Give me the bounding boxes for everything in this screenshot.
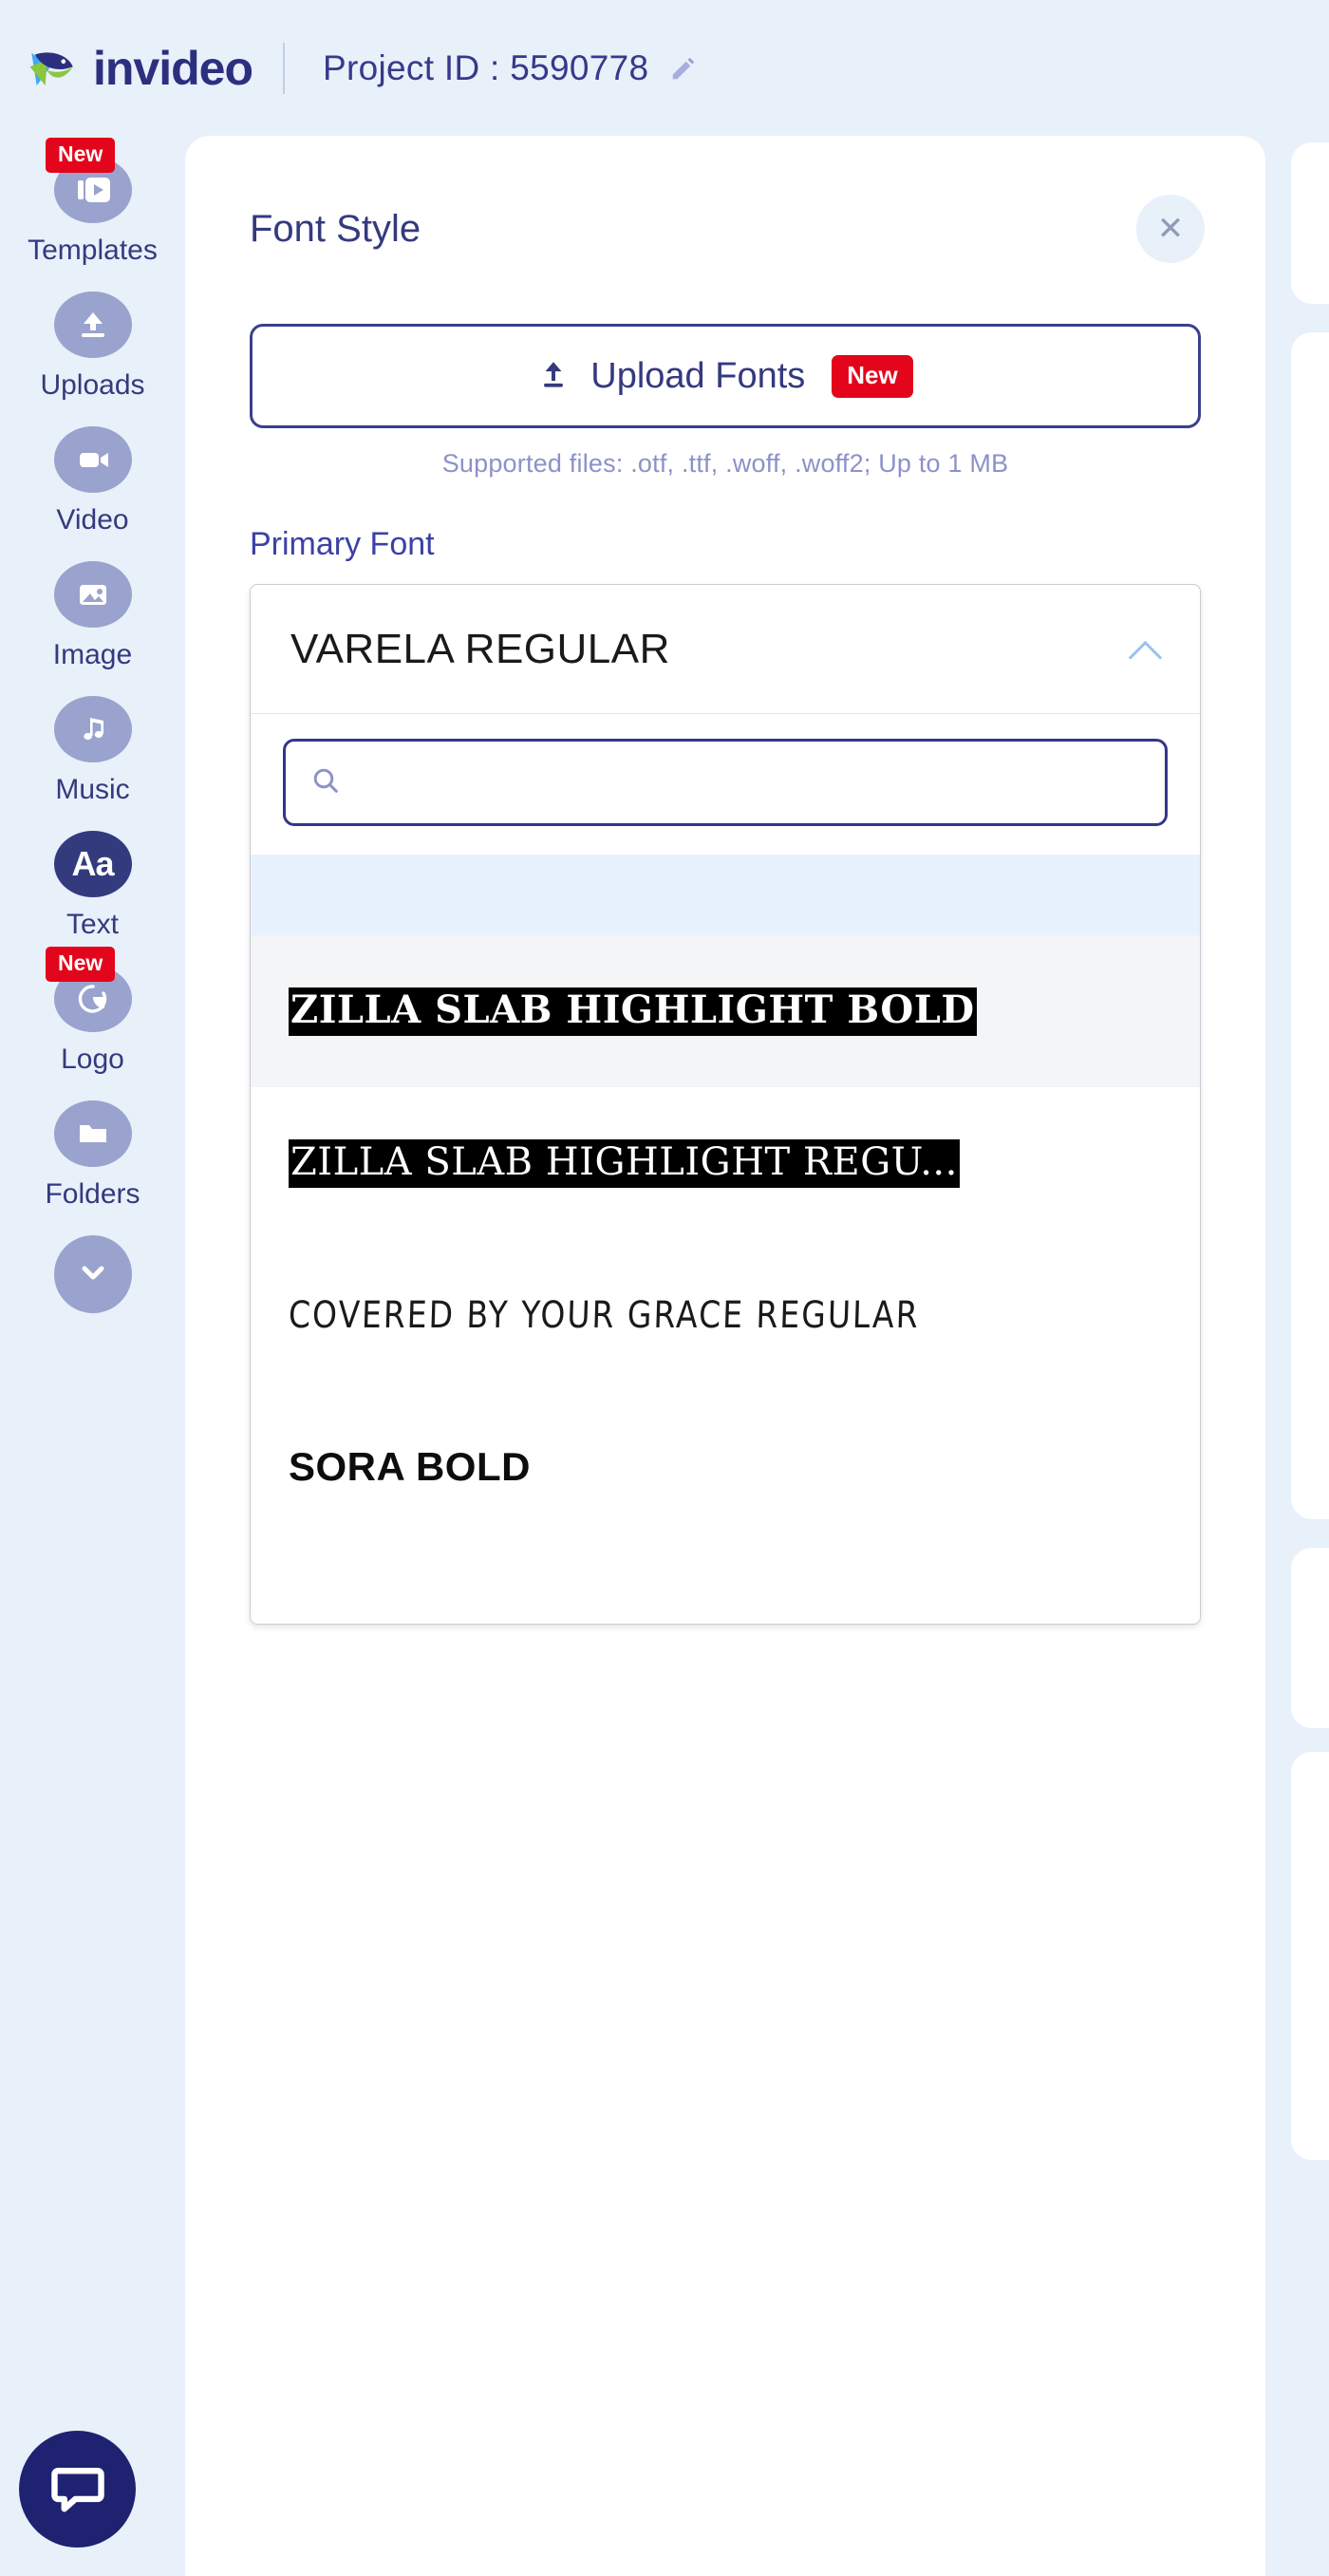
sidebar-item-label: Image xyxy=(52,639,133,670)
badge-new: New xyxy=(46,947,116,982)
top-bar: invideo Project ID : 5590778 xyxy=(0,0,1329,136)
app-root: invideo Project ID : 5590778 New Templat… xyxy=(0,0,1329,2576)
panel-body: Upload Fonts New Supported files: .otf, … xyxy=(185,324,1265,1625)
folder-icon xyxy=(53,1100,132,1167)
sidebar-item-templates[interactable]: New Templates xyxy=(0,138,185,267)
sidebar: New Templates Uploads Video Image Music … xyxy=(0,136,185,2576)
badge-new: New xyxy=(832,354,913,398)
image-icon xyxy=(53,561,132,628)
sidebar-item-label: Music xyxy=(55,774,130,805)
panel-header: Font Style ✕ xyxy=(185,136,1265,263)
search-icon xyxy=(310,765,341,800)
primary-font-dropdown: VARELA REGULAR ZILLA SLAB HIGHLIGHT BOLD… xyxy=(250,584,1201,1625)
primary-font-selected-value: VARELA REGULAR xyxy=(290,625,670,672)
font-option-label: COVERED BY YOUR GRACE REGULAR xyxy=(288,1292,921,1337)
header-divider xyxy=(283,42,286,94)
close-panel-button[interactable]: ✕ xyxy=(1136,195,1205,263)
font-option-item[interactable]: ZILLA SLAB HIGHLIGHT REGU... xyxy=(251,1087,1200,1239)
sidebar-item-label: Folders xyxy=(45,1178,140,1210)
right-peek-panel xyxy=(1291,142,1329,304)
pencil-icon[interactable] xyxy=(667,52,700,85)
project-id-label: Project ID : 5590778 xyxy=(323,47,649,87)
font-option-label: SORA BOLD xyxy=(289,1443,531,1489)
font-option-label: ZILLA SLAB HIGHLIGHT REGU... xyxy=(289,1138,960,1188)
upload-icon xyxy=(53,291,132,358)
font-list-bottom-space xyxy=(251,1543,1200,1624)
sidebar-item-label: Uploads xyxy=(40,369,145,401)
font-search-box[interactable] xyxy=(283,739,1168,826)
sidebar-item-label: Templates xyxy=(28,235,158,266)
sidebar-item-label: Logo xyxy=(61,1044,124,1075)
upload-fonts-button[interactable]: Upload Fonts New xyxy=(250,324,1201,428)
primary-font-label: Primary Font xyxy=(250,526,435,562)
upload-fonts-label: Upload Fonts xyxy=(590,355,806,396)
badge-new: New xyxy=(46,138,116,173)
chevron-down-icon xyxy=(72,1251,114,1298)
sidebar-item-label: Video xyxy=(56,504,129,536)
aa-glyph: Aa xyxy=(71,844,114,883)
font-option-item[interactable]: COVERED BY YOUR GRACE REGULAR xyxy=(251,1239,1200,1391)
sidebar-item-logo[interactable]: New Logo xyxy=(0,947,185,1076)
text-aa-icon: Aa xyxy=(53,831,132,897)
font-style-panel: Font Style ✕ Upload Fonts New Supported … xyxy=(185,136,1265,2576)
invideo-logo-icon xyxy=(25,41,80,96)
font-search-container xyxy=(251,714,1200,855)
sidebar-item-music[interactable]: Music xyxy=(0,696,185,806)
font-option-item[interactable]: ZILLA SLAB HIGHLIGHT BOLD xyxy=(251,935,1200,1087)
sidebar-item-label: Text xyxy=(66,909,120,940)
brand[interactable]: invideo xyxy=(25,41,253,96)
font-option-item[interactable]: SORA BOLD xyxy=(251,1391,1200,1543)
close-icon: ✕ xyxy=(1156,211,1185,247)
video-camera-icon xyxy=(53,426,132,493)
chat-support-button[interactable] xyxy=(19,2431,136,2548)
right-peek-panel xyxy=(1291,332,1329,1519)
brand-name: invideo xyxy=(93,41,253,95)
sidebar-item-uploads[interactable]: Uploads xyxy=(0,291,185,402)
search-input[interactable] xyxy=(358,764,1093,800)
sidebar-item-video[interactable]: Video xyxy=(0,426,185,536)
upload-arrow-icon xyxy=(537,358,570,395)
font-options-list: ZILLA SLAB HIGHLIGHT BOLD ZILLA SLAB HIG… xyxy=(251,855,1200,1624)
chevron-up-icon[interactable] xyxy=(1130,640,1162,659)
supported-files-text: Supported files: .otf, .ttf, .woff, .wof… xyxy=(441,449,1009,478)
right-peek-panel xyxy=(1291,1548,1329,1728)
sidebar-item-folders[interactable]: Folders xyxy=(0,1100,185,1211)
sidebar-collapse-button[interactable] xyxy=(53,1235,132,1313)
music-note-icon xyxy=(53,696,132,762)
right-peek-panel xyxy=(1291,1752,1329,2160)
font-option-label: ZILLA SLAB HIGHLIGHT BOLD xyxy=(289,987,977,1036)
chat-bubble-icon xyxy=(48,2457,107,2521)
sidebar-item-text[interactable]: Aa Text xyxy=(0,831,185,941)
page-title: Font Style xyxy=(250,207,421,250)
font-option-highlight-strip[interactable] xyxy=(251,855,1200,935)
primary-font-select[interactable]: VARELA REGULAR xyxy=(251,585,1200,714)
sidebar-item-image[interactable]: Image xyxy=(0,561,185,671)
